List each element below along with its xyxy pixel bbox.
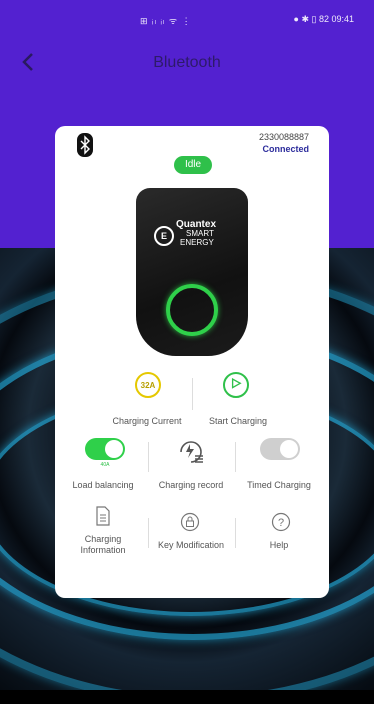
charger-status-ring: [166, 284, 218, 336]
brand-logo-icon: E: [154, 226, 174, 246]
svg-text:?: ?: [278, 517, 284, 529]
charging-info-label: Charging Information: [63, 534, 143, 556]
brand-tagline-2: ENERGY: [180, 238, 214, 247]
nav-bar: Bluetooth: [0, 44, 374, 80]
connection-status: Connected: [262, 144, 309, 154]
brand-tagline-1: SMART: [186, 229, 214, 238]
help-icon: ?: [271, 512, 291, 532]
bottom-bar: [0, 690, 374, 704]
lock-icon: [180, 512, 200, 532]
device-card: 2330088887 Connected Idle E Quantex SMAR…: [55, 126, 329, 598]
key-modification-label: Key Modification: [157, 540, 225, 550]
start-charging-label: Start Charging: [208, 416, 268, 426]
load-balancing-value: 40A: [100, 462, 110, 468]
divider: [235, 518, 236, 548]
load-balancing-toggle[interactable]: [85, 438, 125, 460]
charger-image: E Quantex SMART ENERGY: [136, 188, 248, 356]
charging-record-label: Charging record: [158, 480, 224, 490]
key-modification-button[interactable]: [180, 512, 200, 532]
charging-current-label: Charging Current: [112, 416, 182, 426]
divider: [192, 378, 193, 410]
page-title: Bluetooth: [153, 54, 221, 71]
status-badge: Idle: [174, 156, 212, 174]
brand-name: Quantex: [176, 219, 217, 230]
status-signal: ⊞ ᵢₗ ᵢₗ ᯤ ⋮: [140, 16, 192, 26]
timed-charging-label: Timed Charging: [247, 480, 311, 490]
start-charging-button[interactable]: [223, 372, 249, 398]
charging-current-button[interactable]: 32A: [135, 372, 161, 398]
play-icon: [231, 377, 242, 389]
charging-record-icon: [180, 441, 203, 463]
status-time: ● ✱ ▯ 82 09:41: [293, 14, 354, 24]
device-id: 2330088887: [258, 132, 309, 142]
divider: [148, 442, 149, 472]
charging-info-label-line2: Information: [80, 545, 126, 555]
bluetooth-icon: [77, 133, 93, 157]
charging-info-label-line1: Charging: [84, 534, 122, 544]
help-button[interactable]: ?: [271, 512, 291, 532]
divider: [235, 442, 236, 472]
document-icon: [96, 506, 110, 526]
charging-info-button[interactable]: [95, 506, 111, 526]
load-balancing-label: Load balancing: [72, 480, 134, 490]
divider: [148, 518, 149, 548]
timed-charging-toggle[interactable]: [260, 438, 300, 460]
help-label: Help: [269, 540, 289, 550]
charging-record-button[interactable]: [175, 438, 207, 466]
status-bar: ⊞ ᵢₗ ᵢₗ ᯤ ⋮ ● ✱ ▯ 82 09:41: [0, 0, 374, 34]
